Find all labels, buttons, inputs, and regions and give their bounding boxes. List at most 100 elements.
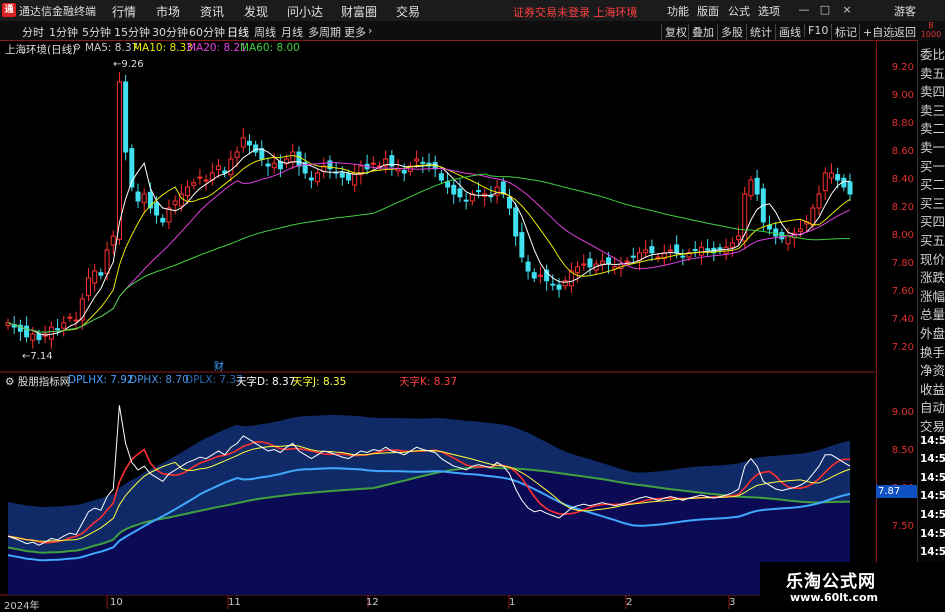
menu-news[interactable]: 资讯 (200, 3, 224, 20)
side-item[interactable]: 总量 (920, 304, 945, 323)
candle-body (643, 249, 649, 254)
side-item[interactable]: 交易 (920, 416, 945, 435)
quote-side-panel: 委比 卖五 卖四 卖三 卖二 卖一 买一 买二 买三 买四 买五 现价 涨跌 涨幅 总量 外盘 换手 净资 收益 自动… (917, 40, 945, 609)
stats-button[interactable]: 统计 (746, 24, 775, 40)
menu-layout[interactable]: 版面 (697, 3, 719, 19)
candle-body (729, 242, 735, 248)
candle-body (216, 165, 221, 171)
menu-options[interactable]: 选项 (758, 3, 780, 19)
minimize-icon[interactable]: — (797, 3, 811, 17)
kline-chart[interactable] (0, 40, 876, 609)
dplhx-label: DPLHX: 7.92 (68, 374, 134, 386)
tab-weekly[interactable]: 周线 (254, 24, 276, 40)
maximize-icon[interactable]: □ (818, 3, 832, 17)
side-item[interactable]: 14:56 (920, 435, 945, 447)
candle-body (197, 176, 203, 179)
xaxis-nov: 11 (228, 597, 241, 608)
side-item[interactable]: 14:56 (920, 453, 945, 465)
side-item[interactable]: 自动 (920, 397, 945, 416)
f10-button[interactable]: F10 (804, 24, 831, 37)
side-item[interactable]: 买五 (920, 230, 945, 249)
close-icon[interactable]: × (840, 3, 854, 17)
candle-body (445, 181, 451, 188)
back-button[interactable]: 返回 (890, 24, 919, 40)
ma5-label: MA5: 8.37 (85, 42, 139, 54)
tab-daily[interactable]: 日线 (227, 24, 249, 40)
candle-body (339, 172, 345, 178)
price-tick: 8.80 (891, 118, 914, 129)
menu-discover[interactable]: 发现 (244, 3, 268, 20)
mark-button[interactable]: 标记 (831, 24, 860, 40)
tab-1min[interactable]: 1分钟 (49, 24, 78, 40)
side-item[interactable]: 14:56 (920, 546, 945, 558)
app-title: 通达信金融终端 (19, 5, 96, 18)
menu-formula[interactable]: 公式 (728, 3, 750, 19)
candle-body (61, 322, 67, 329)
tianzi-d-label: 天字D: 8.37 (236, 376, 296, 388)
side-item[interactable]: 卖三 (920, 100, 945, 119)
side-item[interactable]: 卖四 (920, 81, 945, 100)
xaxis-oct: 10 (110, 597, 123, 608)
candle-body (779, 232, 785, 240)
more-chevron-icon[interactable]: › (368, 24, 372, 37)
candle-body (123, 81, 129, 153)
menu-market[interactable]: 市场 (156, 3, 180, 20)
side-item[interactable]: 买三 (920, 193, 945, 212)
overlay-button[interactable]: 叠加 (688, 24, 717, 40)
side-item[interactable]: 卖一 (920, 137, 945, 156)
menu-quotes[interactable]: 行情 (112, 3, 136, 20)
side-item[interactable]: 14:56 (920, 490, 945, 502)
side-item[interactable]: 卖二 (920, 118, 945, 137)
candle-body (649, 246, 655, 254)
candle-body (476, 190, 482, 193)
draw-button[interactable]: 画线 (775, 24, 804, 40)
side-item[interactable]: 涨跌 (920, 267, 945, 286)
side-item[interactable]: 净资 (920, 360, 945, 379)
side-item[interactable]: 14:56 (920, 528, 945, 540)
high-price-label: ←9.26 (113, 59, 144, 70)
xaxis-mar: 3 (729, 597, 736, 608)
candle-body (624, 260, 630, 263)
tab-monthly[interactable]: 月线 (281, 24, 303, 40)
tab-more[interactable]: 更多 (344, 24, 366, 40)
candle-body (370, 162, 376, 165)
candle-body (315, 172, 321, 183)
menu-bar: 通 通达信金融终端 行情 市场 资讯 发现 问小达 财富圈 交易 证券交易未登录… (0, 0, 945, 22)
candle-body (228, 158, 234, 176)
price-tick: 7.60 (891, 286, 914, 297)
side-item[interactable]: 委比 (920, 44, 945, 63)
finance-event-marker[interactable]: 财 (214, 358, 224, 373)
side-item[interactable]: 14:56 (920, 509, 945, 521)
side-item[interactable]: 买二 (920, 174, 945, 193)
tab-60min[interactable]: 60分钟 (189, 24, 225, 40)
side-item[interactable]: 收益 (920, 379, 945, 398)
multi-stock-button[interactable]: 多股 (717, 24, 746, 40)
tab-intraday[interactable]: 分时 (22, 24, 44, 40)
tab-15min[interactable]: 15分钟 (114, 24, 150, 40)
menu-trade[interactable]: 交易 (396, 3, 420, 20)
tab-30min[interactable]: 30分钟 (152, 24, 188, 40)
side-item[interactable]: 卖五 (920, 63, 945, 82)
candles (5, 72, 853, 349)
side-item[interactable]: 现价 (920, 249, 945, 268)
side-item[interactable]: 外盘 (920, 323, 945, 342)
side-item[interactable]: 换手 (920, 342, 945, 361)
menu-function[interactable]: 功能 (667, 3, 689, 19)
side-item[interactable]: 买四 (920, 211, 945, 230)
candle-body (748, 179, 754, 197)
tab-5min[interactable]: 5分钟 (82, 24, 111, 40)
candle-body (674, 244, 680, 254)
candle-body (141, 193, 147, 204)
candle-body (135, 191, 141, 202)
ma5-line (7, 148, 850, 336)
login-warning[interactable]: 证券交易未登录 上海环境 (513, 4, 638, 20)
adjust-button[interactable]: 复权 (661, 24, 690, 40)
guest-user[interactable]: 游客 (894, 3, 916, 19)
side-item[interactable]: 14:56 (920, 472, 945, 484)
chart-settings-icon[interactable]: ⚙ (73, 43, 81, 53)
side-item[interactable]: 涨幅 (920, 286, 945, 305)
menu-wealth[interactable]: 财富圈 (341, 3, 377, 20)
tab-multi-period[interactable]: 多周期 (308, 24, 341, 40)
side-item[interactable]: 买一 (920, 156, 945, 175)
menu-ask[interactable]: 问小达 (287, 3, 323, 20)
